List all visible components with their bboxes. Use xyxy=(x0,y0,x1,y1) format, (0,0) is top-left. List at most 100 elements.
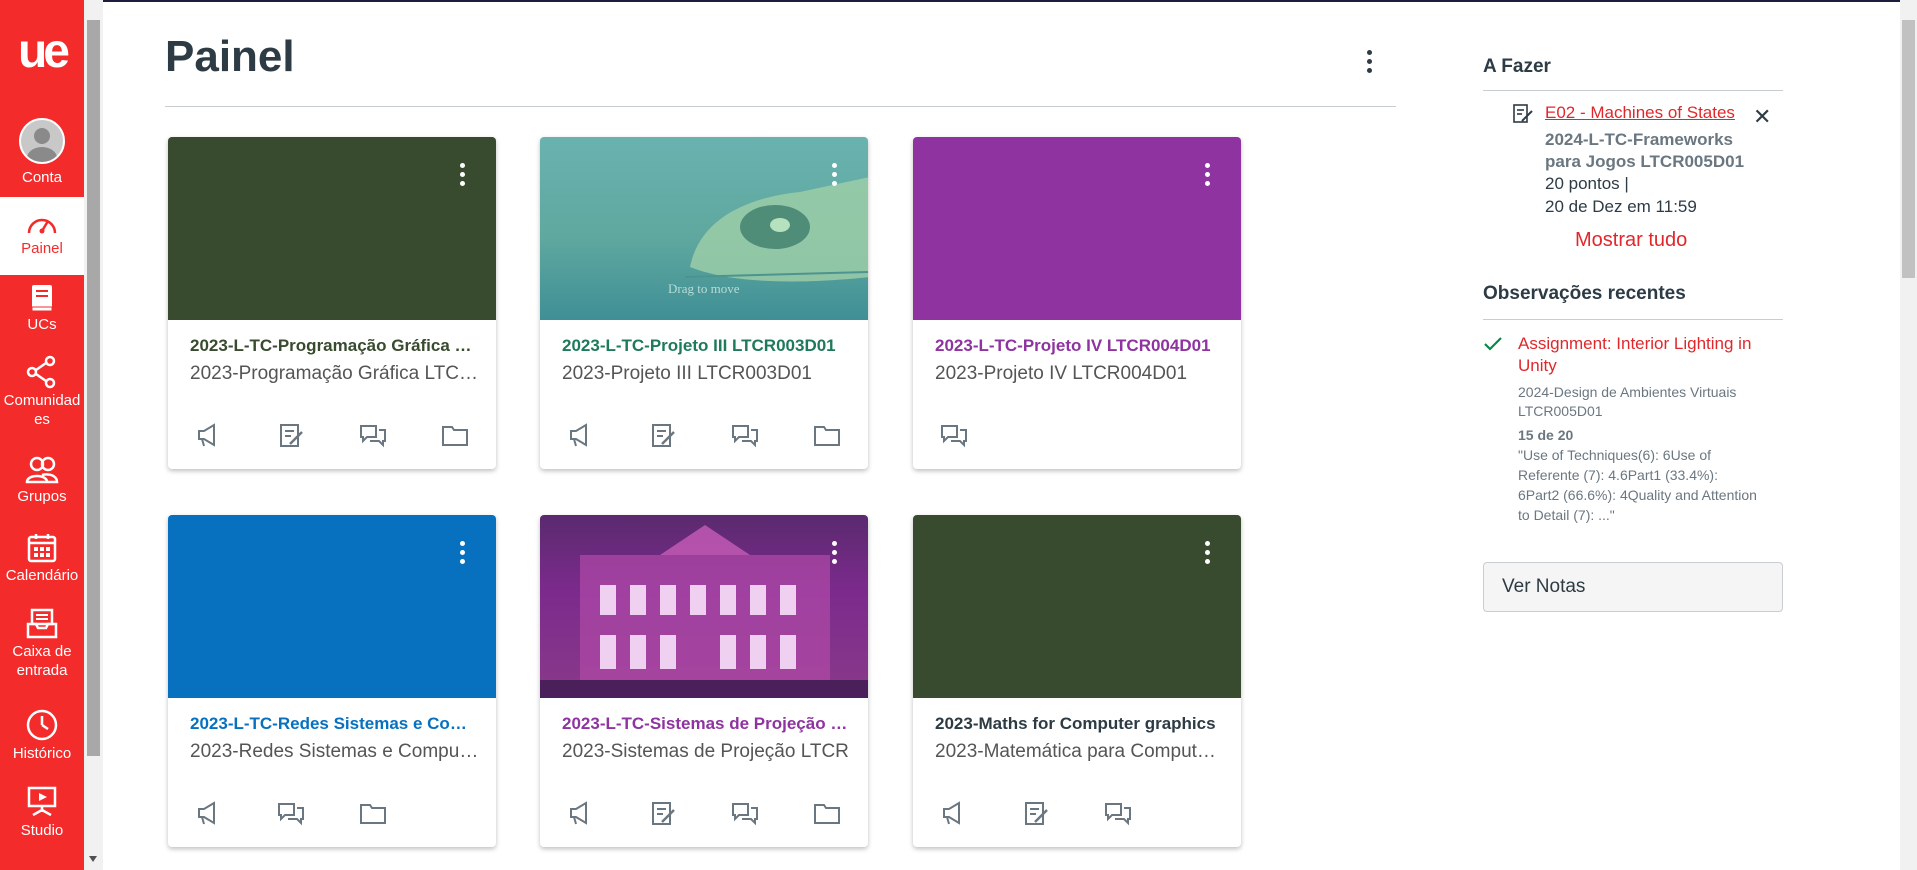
course-card-title[interactable]: 2023-L-TC-Sistemas de Projeção LTCR xyxy=(562,714,852,734)
recent-divider xyxy=(1483,319,1783,320)
assignments-icon[interactable] xyxy=(648,798,678,828)
discussions-icon[interactable] xyxy=(939,420,969,450)
nav-label: Comunidades xyxy=(3,392,81,428)
recent-feedback-title[interactable]: Assignment: Interior Lighting in Unity xyxy=(1518,333,1780,377)
card-options-icon[interactable] xyxy=(1197,539,1217,569)
course-card[interactable]: 2023-L-TC-Sistemas de Projeção LTCR 2023… xyxy=(540,515,868,847)
nav-label: Studio xyxy=(20,822,64,839)
course-card-hero[interactable]: Drag to move xyxy=(540,137,868,320)
dashboard-options-icon[interactable] xyxy=(1359,48,1379,78)
recent-feedback-score: 15 de 20 xyxy=(1518,427,1574,443)
assignments-icon[interactable] xyxy=(1021,798,1051,828)
nav-label: Grupos xyxy=(17,488,67,505)
todo-item-course: 2024-L-TC-Frameworks para Jogos LTCR005D… xyxy=(1545,130,1745,171)
card-options-icon[interactable] xyxy=(1197,161,1217,191)
book-icon xyxy=(31,285,53,312)
recent-feedback-comment: "Use of Techniques(6): 6Use of Referente… xyxy=(1518,447,1757,523)
nav-label: Histórico xyxy=(12,745,72,762)
course-card-actions xyxy=(913,420,1241,450)
course-card[interactable]: 2023-L-TC-Projeto IV LTCR004D01 2023-Pro… xyxy=(913,137,1241,469)
nav-item-caixa-de-entrada[interactable]: Caixa de entrada xyxy=(0,608,84,688)
nav-item-painel[interactable]: Painel xyxy=(0,197,84,275)
files-icon[interactable] xyxy=(812,420,842,450)
studio-icon xyxy=(27,786,57,817)
course-card-hero[interactable] xyxy=(168,515,496,698)
close-icon[interactable]: ✕ xyxy=(1753,104,1771,130)
course-card-subtitle: 2023-Redes Sistemas e Computadores LTCR xyxy=(190,741,480,762)
course-card-hero[interactable] xyxy=(540,515,868,698)
nav-label: Calendário xyxy=(5,567,79,584)
ue-logo[interactable]: ue xyxy=(8,28,76,78)
files-icon[interactable] xyxy=(358,798,388,828)
page-scrollbar[interactable] xyxy=(1900,0,1917,870)
card-options-icon[interactable] xyxy=(824,161,844,191)
course-card[interactable]: 2023-L-TC-Redes Sistemas e Computadores … xyxy=(168,515,496,847)
todo-heading: A Fazer xyxy=(1483,56,1551,77)
nav-item-historico[interactable]: Histórico xyxy=(0,708,84,770)
nav-item-grupos[interactable]: Grupos xyxy=(0,455,84,517)
assignments-icon[interactable] xyxy=(276,420,306,450)
todo-item-link[interactable]: E02 - Machines of States xyxy=(1545,103,1735,123)
files-icon[interactable] xyxy=(812,798,842,828)
announcements-icon[interactable] xyxy=(194,798,224,828)
course-card-title[interactable]: 2023-L-TC-Projeto III LTCR003D01 xyxy=(562,336,852,356)
nav-item-comunidades[interactable]: Comunidades xyxy=(0,355,84,435)
discussions-icon[interactable] xyxy=(730,420,760,450)
nav-label: Caixa de entrada xyxy=(12,643,72,679)
course-card-title[interactable]: 2023-L-TC-Projeto IV LTCR004D01 xyxy=(935,336,1225,356)
discussions-icon[interactable] xyxy=(730,798,760,828)
course-card-actions xyxy=(913,798,1241,828)
course-card[interactable]: 2023-Maths for Computer graphics 2023-Ma… xyxy=(913,515,1241,847)
scroll-down-arrow[interactable] xyxy=(89,856,97,862)
announcements-icon[interactable] xyxy=(566,798,596,828)
recent-feedback-heading: Observações recentes xyxy=(1483,283,1686,304)
show-all-link[interactable]: Mostrar tudo xyxy=(1575,229,1687,252)
course-card-subtitle: 2023-Projeto III LTCR003D01 xyxy=(562,363,812,384)
discussions-icon[interactable] xyxy=(358,420,388,450)
course-card-subtitle: 2023-Programação Gráfica LTCR001D01 xyxy=(190,363,480,384)
view-grades-button[interactable]: Ver Notas xyxy=(1483,562,1783,612)
course-card-actions xyxy=(540,420,868,450)
nav-item-conta[interactable]: Conta xyxy=(0,118,84,196)
sidebar-scrollbar[interactable] xyxy=(84,0,103,870)
assignment-icon xyxy=(1513,104,1533,123)
clock-icon xyxy=(26,709,58,741)
course-card-hero[interactable] xyxy=(913,137,1241,320)
todo-item-points: 20 pontos | xyxy=(1545,174,1629,193)
announcements-icon[interactable] xyxy=(194,420,224,450)
nav-item-calendario[interactable]: Calendário xyxy=(0,532,84,594)
announcements-icon[interactable] xyxy=(566,420,596,450)
todo-item-date: 20 de Dez em 11:59 xyxy=(1545,197,1697,216)
inbox-icon xyxy=(26,608,58,639)
calendar-icon xyxy=(27,534,57,563)
discussions-icon[interactable] xyxy=(1103,798,1133,828)
nav-item-ucs[interactable]: UCs xyxy=(0,283,84,345)
files-icon[interactable] xyxy=(440,420,470,450)
course-card-subtitle: 2023-Matemática para Computação Gráfica xyxy=(935,741,1225,762)
account-avatar xyxy=(19,118,65,164)
course-card-hero[interactable] xyxy=(913,515,1241,698)
course-card[interactable]: Drag to move 2023-L-TC-Projeto III LTCR0… xyxy=(540,137,868,469)
discussions-icon[interactable] xyxy=(276,798,306,828)
recent-feedback-course: 2024-Design de Ambientes Virtuais LTCR00… xyxy=(1518,384,1737,419)
assignments-icon[interactable] xyxy=(648,420,678,450)
nav-item-studio[interactable]: Studio xyxy=(0,785,84,847)
course-card-title[interactable]: 2023-L-TC-Redes Sistemas e Computadores … xyxy=(190,714,480,734)
course-card-actions xyxy=(540,798,868,828)
course-card-title[interactable]: 2023-Maths for Computer graphics xyxy=(935,714,1225,734)
course-card-title[interactable]: 2023-L-TC-Programação Gráfica LTCR001D01 xyxy=(190,336,480,356)
course-card-subtitle: 2023-Sistemas de Projeção LTCR xyxy=(562,741,849,762)
course-card-actions xyxy=(168,798,496,828)
card-options-icon[interactable] xyxy=(452,539,472,569)
announcements-icon[interactable] xyxy=(939,798,969,828)
nav-label: Conta xyxy=(21,169,63,186)
course-card-image xyxy=(540,525,868,698)
card-options-icon[interactable] xyxy=(452,161,472,191)
card-options-icon[interactable] xyxy=(824,539,844,569)
share-network-icon xyxy=(26,355,56,389)
course-card-hero[interactable] xyxy=(168,137,496,320)
global-navigation: ue Conta Painel UCs Comunidades Grupos C… xyxy=(0,0,84,870)
course-card[interactable]: 2023-L-TC-Programação Gráfica LTCR001D01… xyxy=(168,137,496,469)
scrollbar-thumb[interactable] xyxy=(1902,20,1915,278)
scrollbar-thumb[interactable] xyxy=(87,20,100,756)
